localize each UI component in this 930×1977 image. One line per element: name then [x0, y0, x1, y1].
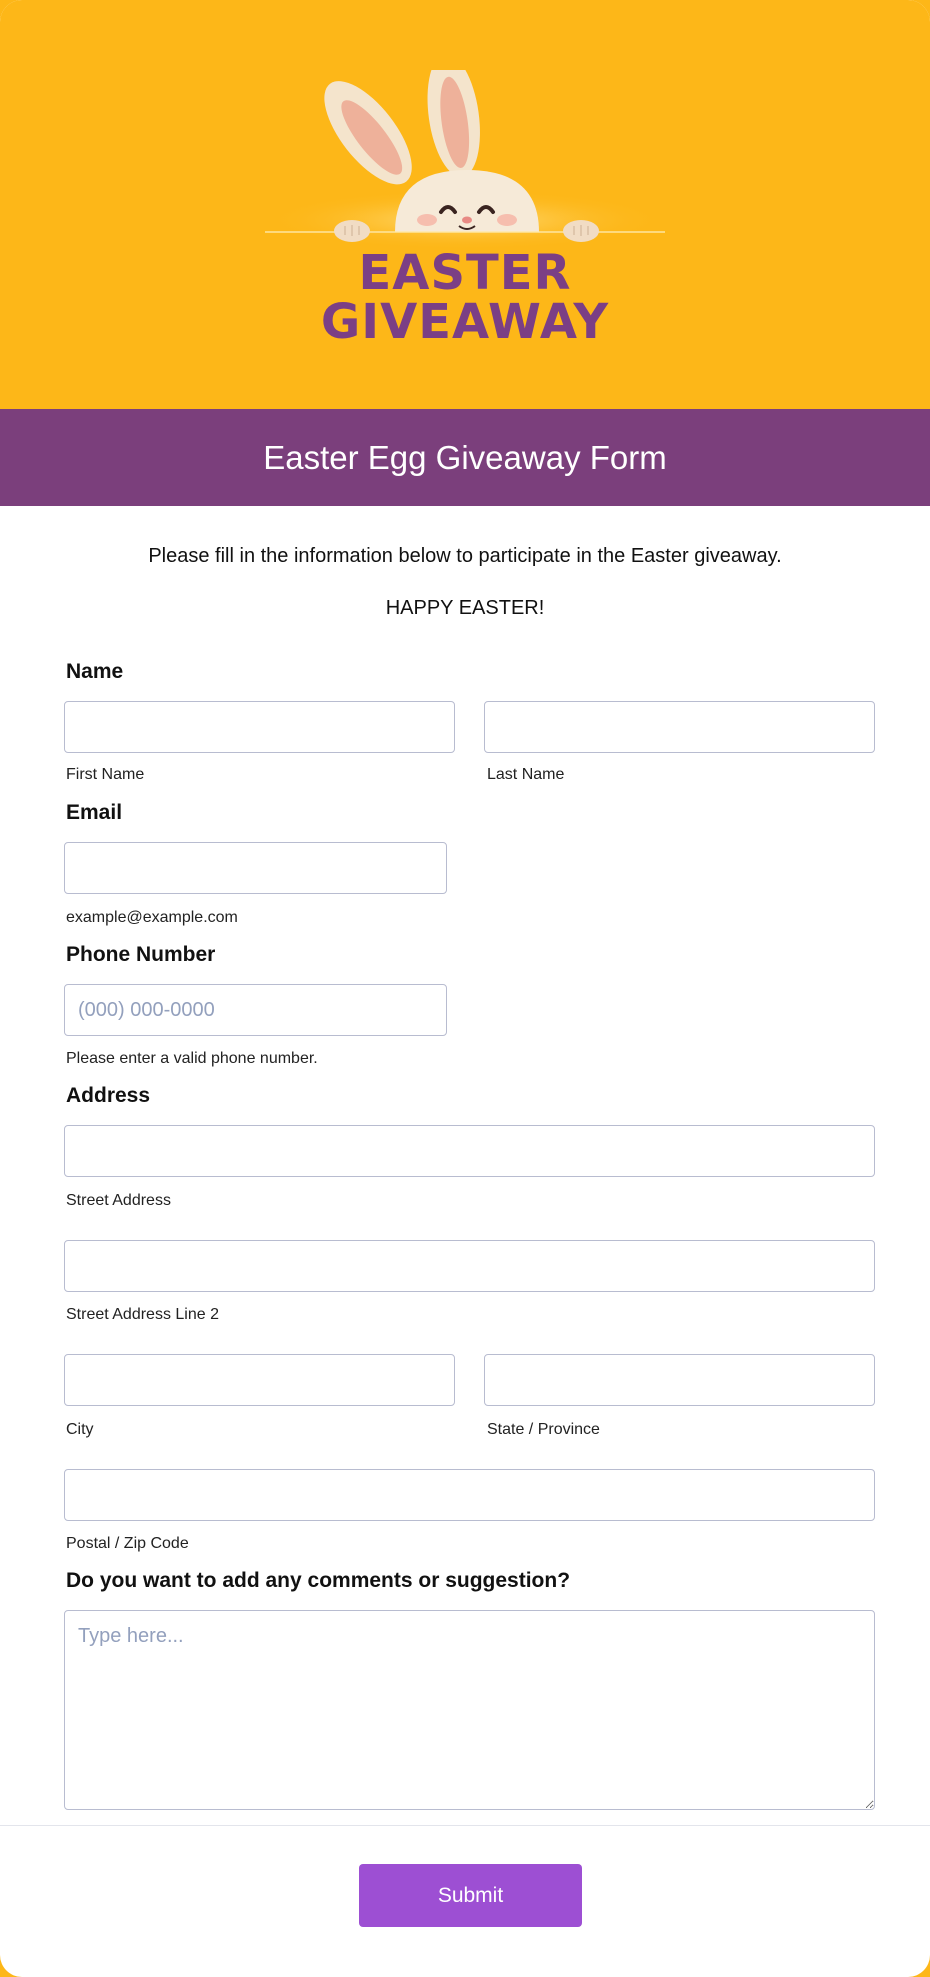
form-title: Easter Egg Giveaway Form: [0, 409, 930, 506]
street-address-sublabel: Street Address: [66, 1192, 171, 1209]
state-input[interactable]: [484, 1354, 875, 1406]
comments-label: Do you want to add any comments or sugge…: [66, 1569, 571, 1592]
bunny-peeking-icon: [265, 70, 665, 250]
submit-button[interactable]: Submit: [359, 1864, 582, 1927]
street-address-line2-input[interactable]: [64, 1240, 875, 1292]
first-name-sublabel: First Name: [66, 766, 145, 783]
city-sublabel: City: [66, 1421, 94, 1438]
email-input[interactable]: [64, 842, 447, 894]
zip-sublabel: Postal / Zip Code: [66, 1535, 189, 1552]
street-address-line2-sublabel: Street Address Line 2: [66, 1306, 219, 1323]
phone-input[interactable]: [64, 984, 447, 1036]
phone-label: Phone Number: [66, 943, 216, 966]
phone-sublabel: Please enter a valid phone number.: [66, 1050, 318, 1067]
hero-header: EASTER GIVEAWAY: [0, 0, 930, 409]
last-name-sublabel: Last Name: [487, 766, 565, 783]
city-input[interactable]: [64, 1354, 455, 1406]
last-name-input[interactable]: [484, 701, 875, 753]
email-label: Email: [66, 801, 123, 824]
street-address-input[interactable]: [64, 1125, 875, 1177]
state-sublabel: State / Province: [487, 1421, 600, 1438]
form-intro: Please fill in the information below to …: [148, 545, 782, 567]
footer-divider: [0, 1825, 930, 1826]
name-label: Name: [66, 660, 124, 683]
form-greeting: HAPPY EASTER!: [385, 597, 545, 619]
email-sublabel: example@example.com: [66, 909, 238, 926]
comments-textarea[interactable]: [64, 1610, 875, 1810]
zip-input[interactable]: [64, 1469, 875, 1521]
first-name-input[interactable]: [64, 701, 455, 753]
form-card: EASTER GIVEAWAY Easter Egg Giveaway Form…: [0, 0, 930, 1977]
address-label: Address: [66, 1084, 151, 1107]
hero-title-line2: GIVEAWAY: [320, 294, 610, 350]
hero-title-line1: EASTER: [358, 245, 572, 301]
